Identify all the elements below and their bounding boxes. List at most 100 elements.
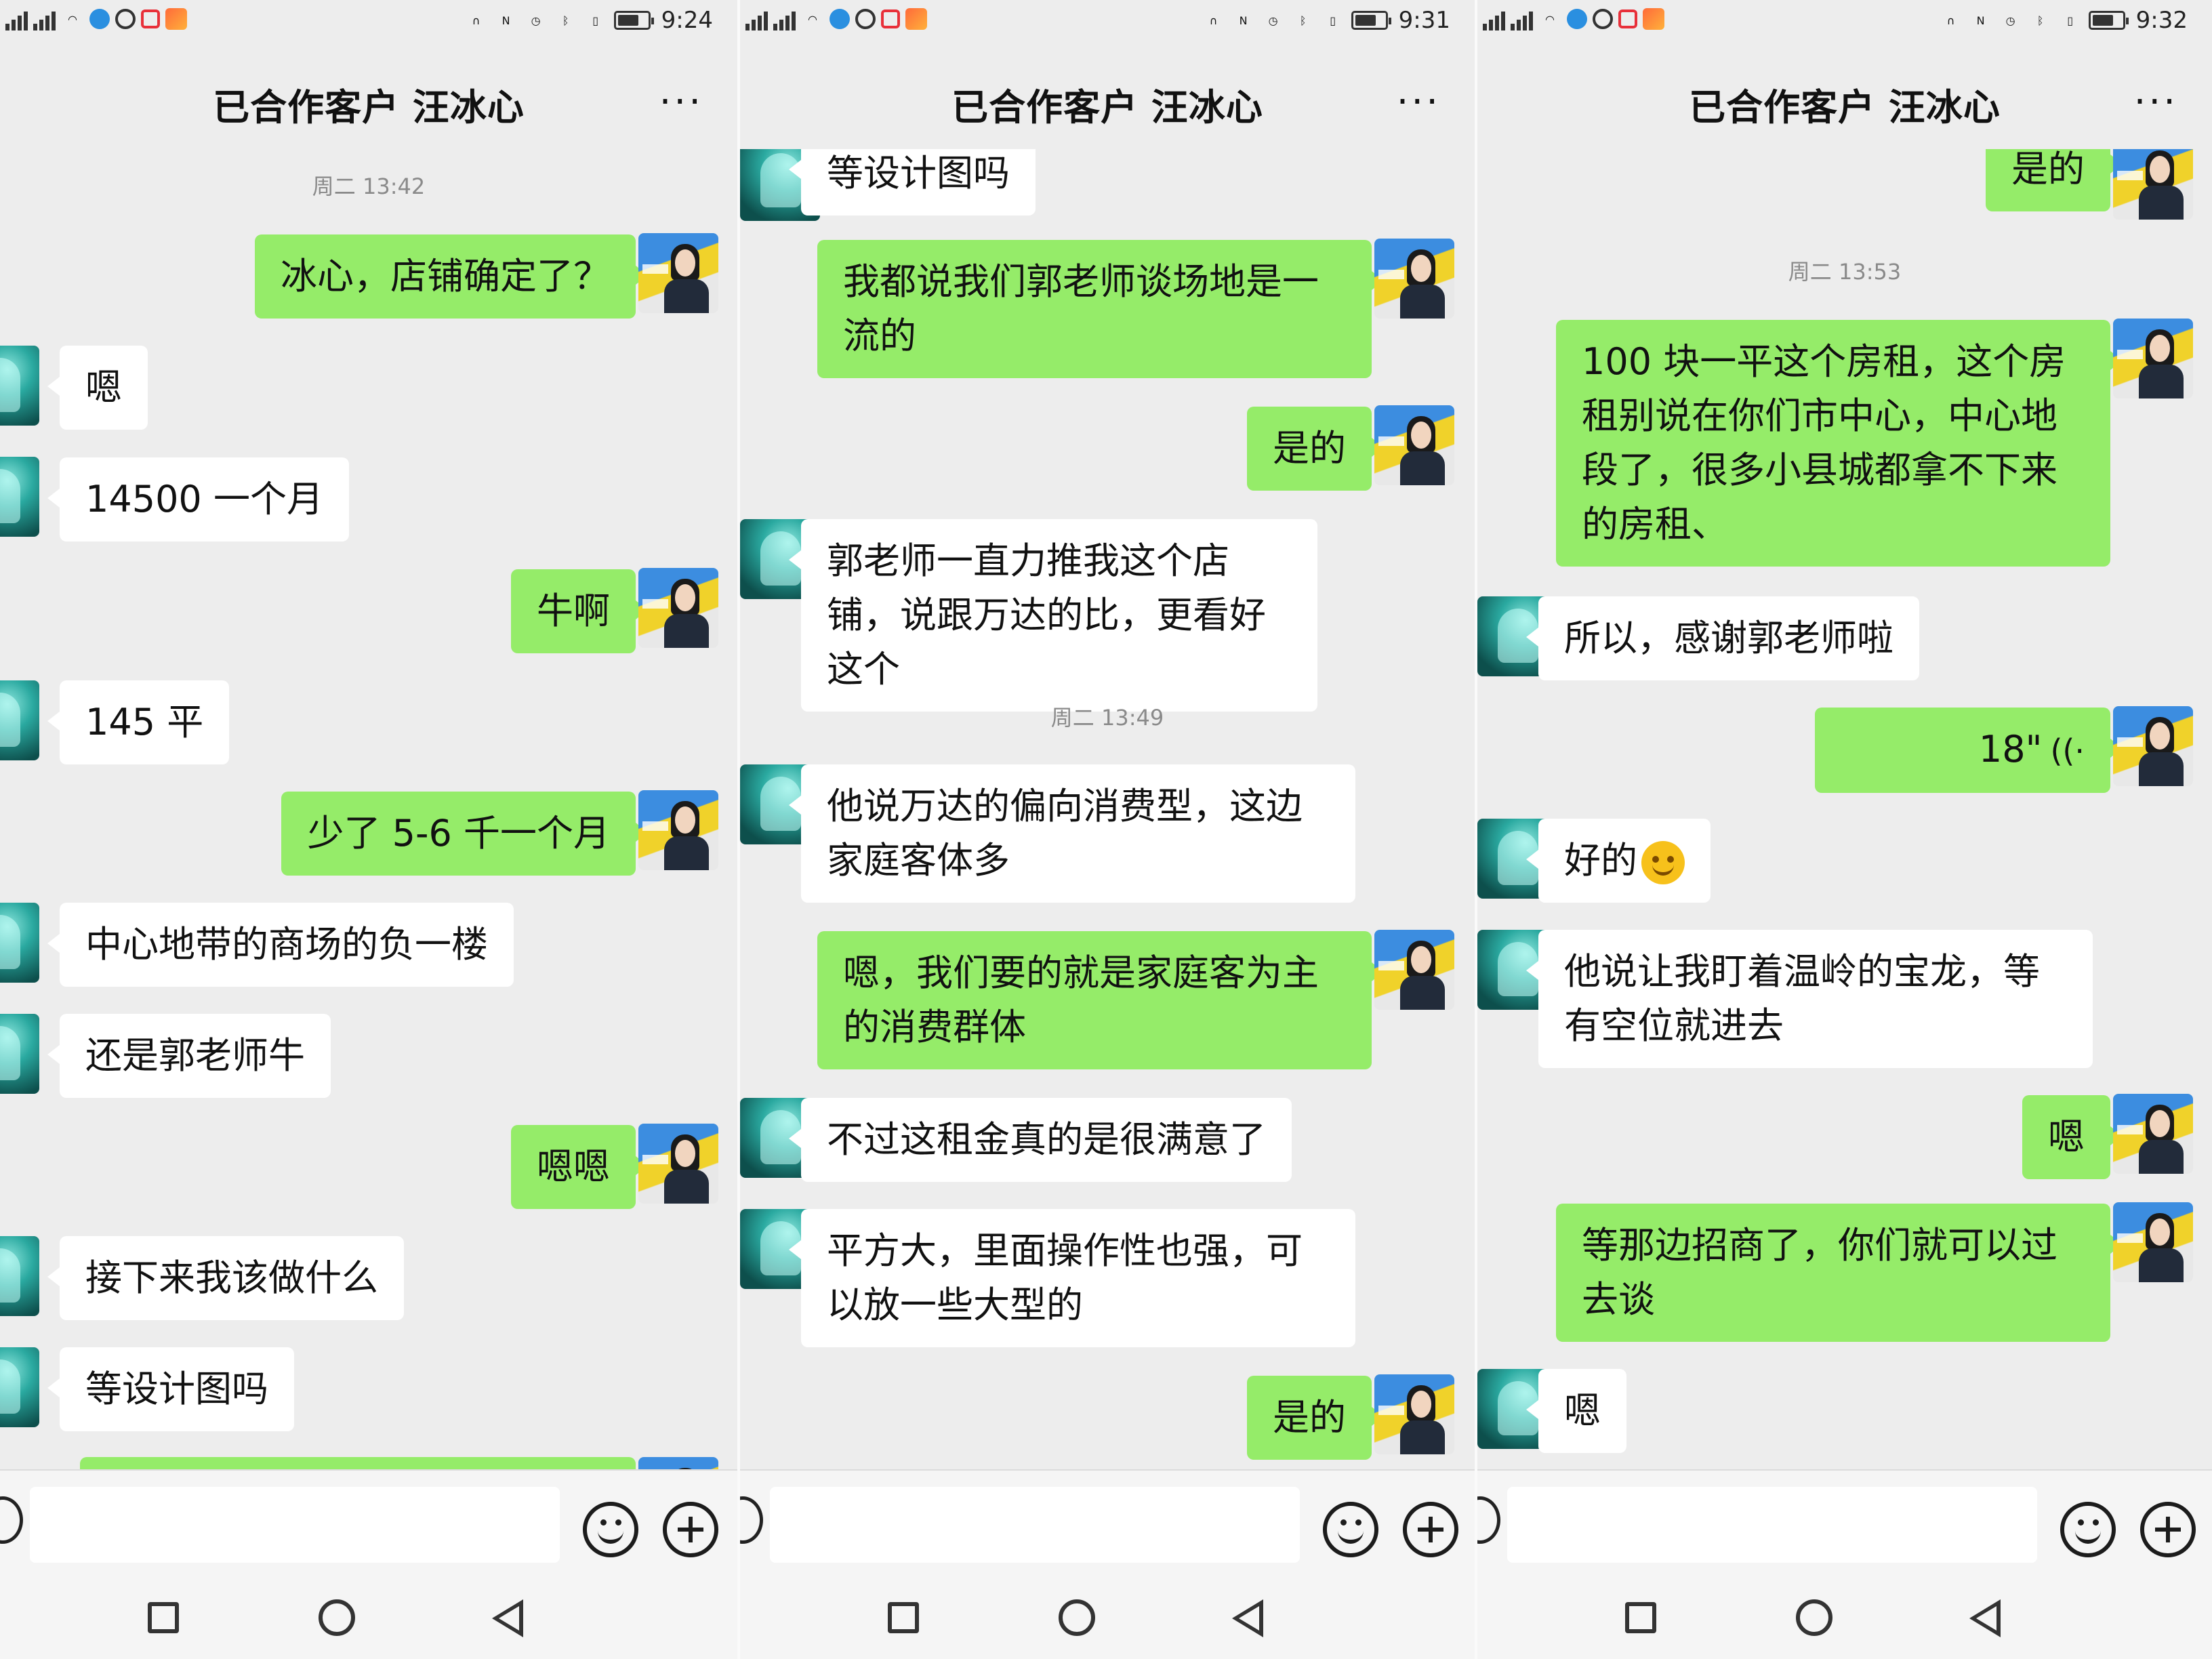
emoji-button[interactable]: [1323, 1502, 1378, 1557]
plus-button[interactable]: [1403, 1502, 1458, 1557]
message-bubble[interactable]: 145 平: [47, 680, 230, 764]
my-avatar[interactable]: [638, 1457, 718, 1469]
home-button[interactable]: [1796, 1599, 1832, 1636]
message-bubble[interactable]: 嗯: [1526, 1369, 1626, 1453]
headphone-icon: ∩: [1946, 14, 1955, 27]
headphone-icon: ∩: [1209, 14, 1218, 27]
message-bubble[interactable]: 等设计图吗: [47, 1347, 294, 1431]
vibrate-icon: ▯: [2067, 14, 2074, 27]
message-input[interactable]: [770, 1487, 1300, 1563]
message-bubble[interactable]: 我都说我们郭老师谈场地是一流的: [817, 240, 1384, 378]
signal-icon: [1483, 7, 1505, 30]
alarm-icon: ◷: [531, 14, 541, 27]
message-bubble[interactable]: 中心地带的商场的负一楼: [47, 903, 514, 987]
message-bubble[interactable]: 嗯: [2022, 1095, 2123, 1179]
message-bubble[interactable]: 嗯: [47, 346, 148, 430]
my-avatar[interactable]: [2113, 319, 2193, 398]
alarm-icon: ◷: [1268, 14, 1278, 27]
my-avatar[interactable]: [638, 233, 718, 313]
voice-message-bubble[interactable]: 18" ((·: [1815, 708, 2123, 793]
message-bubble[interactable]: 牛啊: [511, 569, 648, 653]
message-bubble[interactable]: 郭老师一直力推我这个店铺，说跟万达的比，更看好这个: [789, 519, 1317, 712]
app-icon: [165, 8, 187, 30]
message-bubble[interactable]: 100 块一平这个房租，这个房租别说在你们市中心，中心地段了，很多小县城都拿不下…: [1556, 320, 2123, 567]
plus-button[interactable]: [663, 1502, 718, 1557]
my-avatar[interactable]: [1374, 239, 1454, 319]
contact-avatar[interactable]: [0, 680, 39, 760]
contact-avatar[interactable]: [0, 1347, 39, 1427]
recents-button[interactable]: [1625, 1602, 1656, 1633]
contact-avatar[interactable]: [0, 1236, 39, 1316]
more-button[interactable]: ···: [659, 80, 703, 124]
contact-avatar[interactable]: [0, 903, 39, 983]
more-button[interactable]: ···: [2134, 80, 2178, 124]
my-avatar[interactable]: [638, 790, 718, 870]
app-icon: [1643, 8, 1664, 30]
battery-icon: [613, 11, 654, 30]
vibrate-icon: ▯: [592, 14, 599, 27]
message-bubble[interactable]: 少了 5-6 千一个月: [281, 792, 648, 876]
back-button[interactable]: [1232, 1599, 1263, 1637]
my-avatar[interactable]: [1374, 1374, 1454, 1454]
voice-toggle-icon[interactable]: [740, 1496, 763, 1544]
plus-button[interactable]: [2140, 1502, 2196, 1557]
more-button[interactable]: ···: [1397, 80, 1441, 124]
message-bubble[interactable]: 他说万达的偏向消费型，这边家庭客体多: [789, 764, 1355, 903]
bluetooth-icon: ᛒ: [2036, 14, 2044, 27]
message-bubble[interactable]: 还是郭老师牛: [47, 1014, 331, 1098]
emoji-button[interactable]: [2060, 1502, 2116, 1557]
recents-button[interactable]: [148, 1602, 179, 1633]
my-avatar[interactable]: [638, 568, 718, 648]
message-bubble[interactable]: 不过这租金真的是很满意了: [789, 1098, 1292, 1182]
timestamp: 周二 13:53: [1788, 259, 1902, 285]
message-bubble[interactable]: 嗯嗯: [511, 1125, 648, 1209]
contact-avatar[interactable]: [0, 457, 39, 537]
message-bubble[interactable]: 冰心，店铺确定了？: [255, 234, 648, 319]
bluetooth-icon: ᛒ: [1299, 14, 1307, 27]
my-avatar[interactable]: [2113, 706, 2193, 786]
nfc-icon: N: [1976, 14, 1985, 27]
alarm-icon: ◷: [2005, 14, 2015, 27]
message-bubble[interactable]: 嗯，我们要的就是家庭客为主的消费群体: [817, 931, 1384, 1069]
message-bubble[interactable]: 等设计图吗: [789, 149, 1036, 216]
message-bubble[interactable]: 是的: [1247, 407, 1384, 491]
home-button[interactable]: [319, 1599, 355, 1636]
back-button[interactable]: [492, 1599, 523, 1637]
contact-avatar[interactable]: [0, 1014, 39, 1094]
voice-toggle-icon[interactable]: [0, 1496, 23, 1544]
my-avatar[interactable]: [2113, 1094, 2193, 1174]
headphone-icon: ∩: [472, 14, 480, 27]
message-bubble-cutoff[interactable]: [80, 1457, 636, 1469]
message-list[interactable]: 是的 周二 13:53 100 块一平这个房租，这个房租别说在你们市中心，中心地…: [1477, 149, 2212, 1469]
message-bubble[interactable]: 接下来我该做什么: [47, 1236, 404, 1320]
message-bubble[interactable]: 平方大，里面操作性也强，可以放一些大型的: [789, 1209, 1355, 1347]
camera-icon: [115, 9, 136, 29]
message-input[interactable]: [30, 1487, 560, 1563]
status-bar: ◠ ∩ N ◷ ᛒ ▯ 9:32: [1477, 0, 2212, 47]
my-avatar[interactable]: [2113, 149, 2193, 220]
message-bubble[interactable]: 所以，感谢郭老师啦: [1526, 596, 1919, 680]
message-bubble[interactable]: 等那边招商了，你们就可以过去谈: [1556, 1204, 2123, 1342]
contact-avatar[interactable]: [0, 346, 39, 426]
status-time: 9:31: [1398, 7, 1450, 34]
my-avatar[interactable]: [1374, 930, 1454, 1010]
my-avatar[interactable]: [2113, 1202, 2193, 1282]
chat-screen-3: ◠ ∩ N ◷ ᛒ ▯ 9:32 已合作客户 汪冰心 ··· 是的 周二 13:…: [1475, 0, 2212, 1659]
browser-icon: [89, 9, 110, 29]
message-list[interactable]: 周二 13:42 冰心，店铺确定了？ 嗯 14500 一个月 牛啊 145 平: [0, 149, 737, 1469]
back-button[interactable]: [1969, 1599, 2001, 1637]
my-avatar[interactable]: [638, 1124, 718, 1204]
signal-icon: [5, 7, 28, 30]
my-avatar[interactable]: [1374, 405, 1454, 485]
message-bubble[interactable]: 好的: [1526, 819, 1711, 903]
recents-button[interactable]: [888, 1602, 919, 1633]
message-list[interactable]: 等设计图吗 我都说我们郭老师谈场地是一流的 是的 郭老师一直力推我这个店铺，说跟…: [740, 149, 1475, 1469]
message-input[interactable]: [1507, 1487, 2037, 1563]
message-bubble[interactable]: 他说让我盯着温岭的宝龙，等有空位就进去: [1526, 930, 2093, 1068]
home-button[interactable]: [1059, 1599, 1095, 1636]
voice-toggle-icon[interactable]: [1477, 1496, 1500, 1544]
emoji-button[interactable]: [583, 1502, 638, 1557]
message-bubble[interactable]: 14500 一个月: [47, 457, 349, 541]
message-bubble[interactable]: 是的: [1247, 1376, 1384, 1460]
message-bubble[interactable]: 是的: [1986, 149, 2123, 211]
